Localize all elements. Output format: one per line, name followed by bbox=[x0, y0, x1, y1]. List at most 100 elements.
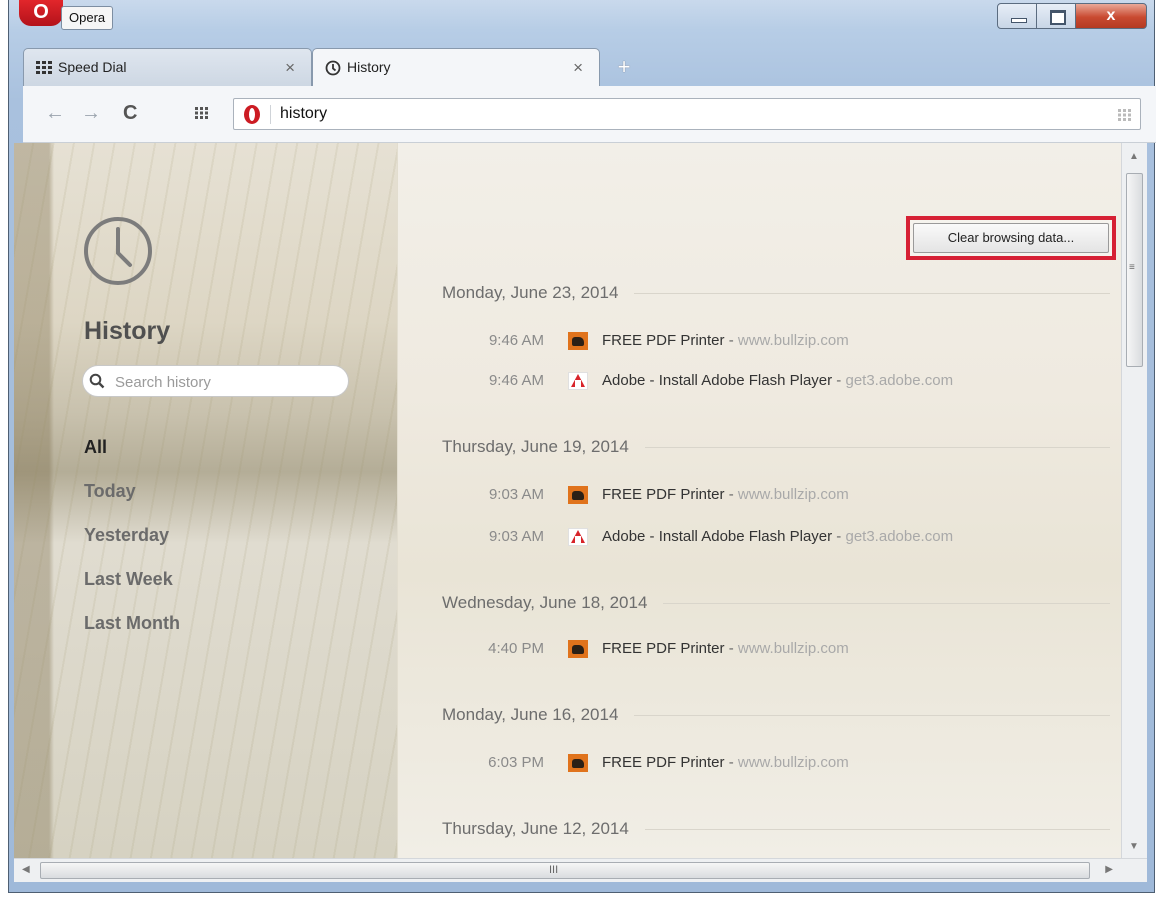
tab-label: History bbox=[347, 59, 391, 75]
scroll-left-icon[interactable]: ◀ bbox=[22, 864, 30, 875]
minimize-icon bbox=[1011, 18, 1027, 23]
address-bar[interactable]: history bbox=[233, 98, 1141, 130]
app-name-label[interactable]: Opera bbox=[61, 6, 114, 30]
bullzip-icon bbox=[568, 754, 588, 772]
vertical-scroll-thumb[interactable]: ≡ bbox=[1126, 173, 1143, 367]
entry-title: Adobe - Install Adobe Flash Player bbox=[602, 372, 833, 389]
sidebar-item-last-week[interactable]: Last Week bbox=[84, 569, 173, 590]
horizontal-scrollbar[interactable]: ◀ III ▶ bbox=[14, 858, 1147, 882]
entry-time: 4:40 PM bbox=[488, 640, 544, 657]
clock-icon bbox=[325, 60, 341, 76]
tab-close-icon[interactable]: × bbox=[285, 49, 295, 86]
day-header: Thursday, June 12, 2014 bbox=[442, 819, 1110, 839]
reload-button[interactable]: C bbox=[123, 102, 137, 124]
entry-link[interactable]: Adobe - Install Adobe Flash Player - get… bbox=[602, 525, 953, 549]
day-rule bbox=[634, 292, 1110, 294]
day-header-label: Monday, June 23, 2014 bbox=[442, 283, 619, 302]
speed-dial-grid-icon bbox=[36, 61, 52, 74]
history-page: History All Today Yesterday Last Week La… bbox=[14, 143, 1147, 858]
entry-domain: www.bullzip.com bbox=[737, 754, 849, 771]
opera-logo-icon bbox=[244, 105, 260, 124]
entry-domain: get3.adobe.com bbox=[845, 372, 954, 389]
day-rule bbox=[634, 714, 1110, 716]
new-tab-button[interactable]: + bbox=[613, 56, 635, 79]
scroll-grip-icon: III bbox=[549, 864, 559, 876]
page-title: History bbox=[84, 317, 171, 345]
entry-title: Adobe - Install Adobe Flash Player bbox=[602, 528, 833, 545]
navigation-toolbar: ← → C history bbox=[23, 86, 1156, 143]
tab-speed-dial[interactable]: Speed Dial × bbox=[23, 48, 312, 86]
entry-separator: - bbox=[832, 372, 846, 389]
entry-separator: - bbox=[724, 486, 738, 503]
search-icon bbox=[89, 373, 105, 389]
highlight-box: Clear browsing data... bbox=[906, 216, 1116, 260]
adobe-icon bbox=[568, 528, 588, 546]
opera-menu-button[interactable]: O bbox=[19, 0, 63, 26]
close-window-button[interactable]: x bbox=[1075, 3, 1147, 29]
entry-link[interactable]: FREE PDF Printer - www.bullzip.com bbox=[602, 637, 849, 661]
entry-link[interactable]: FREE PDF Printer - www.bullzip.com bbox=[602, 329, 849, 353]
maximize-icon bbox=[1050, 10, 1066, 25]
search-history-field[interactable] bbox=[82, 365, 349, 397]
entry-title: FREE PDF Printer bbox=[602, 640, 725, 657]
bullzip-icon bbox=[568, 640, 588, 658]
address-input[interactable]: history bbox=[280, 99, 327, 129]
entry-time: 6:03 PM bbox=[488, 754, 544, 771]
day-rule bbox=[663, 602, 1110, 604]
entry-link[interactable]: FREE PDF Printer - www.bullzip.com bbox=[602, 483, 849, 507]
day-header: Thursday, June 19, 2014 bbox=[442, 437, 1110, 457]
day-rule bbox=[644, 446, 1110, 448]
entry-time: 9:03 AM bbox=[488, 528, 544, 545]
scroll-up-icon[interactable]: ▲ bbox=[1129, 151, 1139, 162]
history-sidebar: History All Today Yesterday Last Week La… bbox=[14, 143, 397, 858]
tab-history[interactable]: History × bbox=[312, 48, 600, 86]
close-icon: x bbox=[1106, 7, 1116, 24]
tab-close-icon[interactable]: × bbox=[573, 49, 583, 86]
history-clock-icon bbox=[84, 217, 152, 285]
back-button[interactable]: ← bbox=[45, 102, 65, 124]
entry-time: 9:03 AM bbox=[488, 486, 544, 503]
vertical-scrollbar[interactable]: ▲ ≡ ▼ bbox=[1121, 143, 1147, 858]
sidebar-item-yesterday[interactable]: Yesterday bbox=[84, 525, 169, 546]
bullzip-icon bbox=[568, 332, 588, 350]
add-to-speed-dial-icon[interactable] bbox=[1118, 109, 1132, 121]
scroll-right-icon[interactable]: ▶ bbox=[1105, 864, 1113, 875]
day-header-label: Thursday, June 19, 2014 bbox=[442, 437, 629, 456]
entry-link[interactable]: Adobe - Install Adobe Flash Player - get… bbox=[602, 369, 953, 393]
sidebar-item-last-month[interactable]: Last Month bbox=[84, 613, 180, 634]
bullzip-icon bbox=[568, 486, 588, 504]
forward-button[interactable]: → bbox=[81, 102, 101, 124]
entry-link[interactable]: FREE PDF Printer - www.bullzip.com bbox=[602, 751, 849, 775]
tab-label: Speed Dial bbox=[58, 59, 127, 75]
sidebar-item-all[interactable]: All bbox=[84, 437, 107, 458]
entry-time: 9:46 AM bbox=[488, 332, 544, 349]
search-input[interactable] bbox=[113, 371, 337, 393]
history-list: Clear browsing data... Monday, June 23, … bbox=[398, 143, 1121, 858]
day-header-label: Wednesday, June 18, 2014 bbox=[442, 593, 648, 612]
entry-domain: www.bullzip.com bbox=[737, 332, 849, 349]
scroll-down-icon[interactable]: ▼ bbox=[1129, 841, 1139, 852]
clear-browsing-data-button[interactable]: Clear browsing data... bbox=[913, 223, 1109, 253]
entry-domain: www.bullzip.com bbox=[737, 486, 849, 503]
day-header-label: Thursday, June 12, 2014 bbox=[442, 819, 629, 838]
entry-title: FREE PDF Printer bbox=[602, 332, 725, 349]
minimize-button[interactable] bbox=[997, 3, 1037, 29]
entry-separator: - bbox=[724, 640, 738, 657]
day-header: Monday, June 23, 2014 bbox=[442, 283, 1110, 303]
entry-separator: - bbox=[724, 754, 738, 771]
maximize-button[interactable] bbox=[1036, 3, 1076, 29]
day-header: Monday, June 16, 2014 bbox=[442, 705, 1110, 725]
tab-bar: Speed Dial × History × + bbox=[23, 48, 1156, 86]
speed-dial-button[interactable] bbox=[195, 107, 209, 119]
entry-domain: www.bullzip.com bbox=[737, 640, 849, 657]
sidebar-item-today[interactable]: Today bbox=[84, 481, 136, 502]
horizontal-scroll-thumb[interactable]: III bbox=[40, 862, 1090, 879]
address-separator bbox=[270, 105, 271, 124]
entry-separator: - bbox=[832, 528, 846, 545]
scroll-grip-icon: ≡ bbox=[1129, 262, 1135, 273]
entry-separator: - bbox=[724, 332, 738, 349]
entry-title: FREE PDF Printer bbox=[602, 486, 725, 503]
day-header: Wednesday, June 18, 2014 bbox=[442, 593, 1110, 613]
entry-time: 9:46 AM bbox=[488, 372, 544, 389]
adobe-icon bbox=[568, 372, 588, 390]
